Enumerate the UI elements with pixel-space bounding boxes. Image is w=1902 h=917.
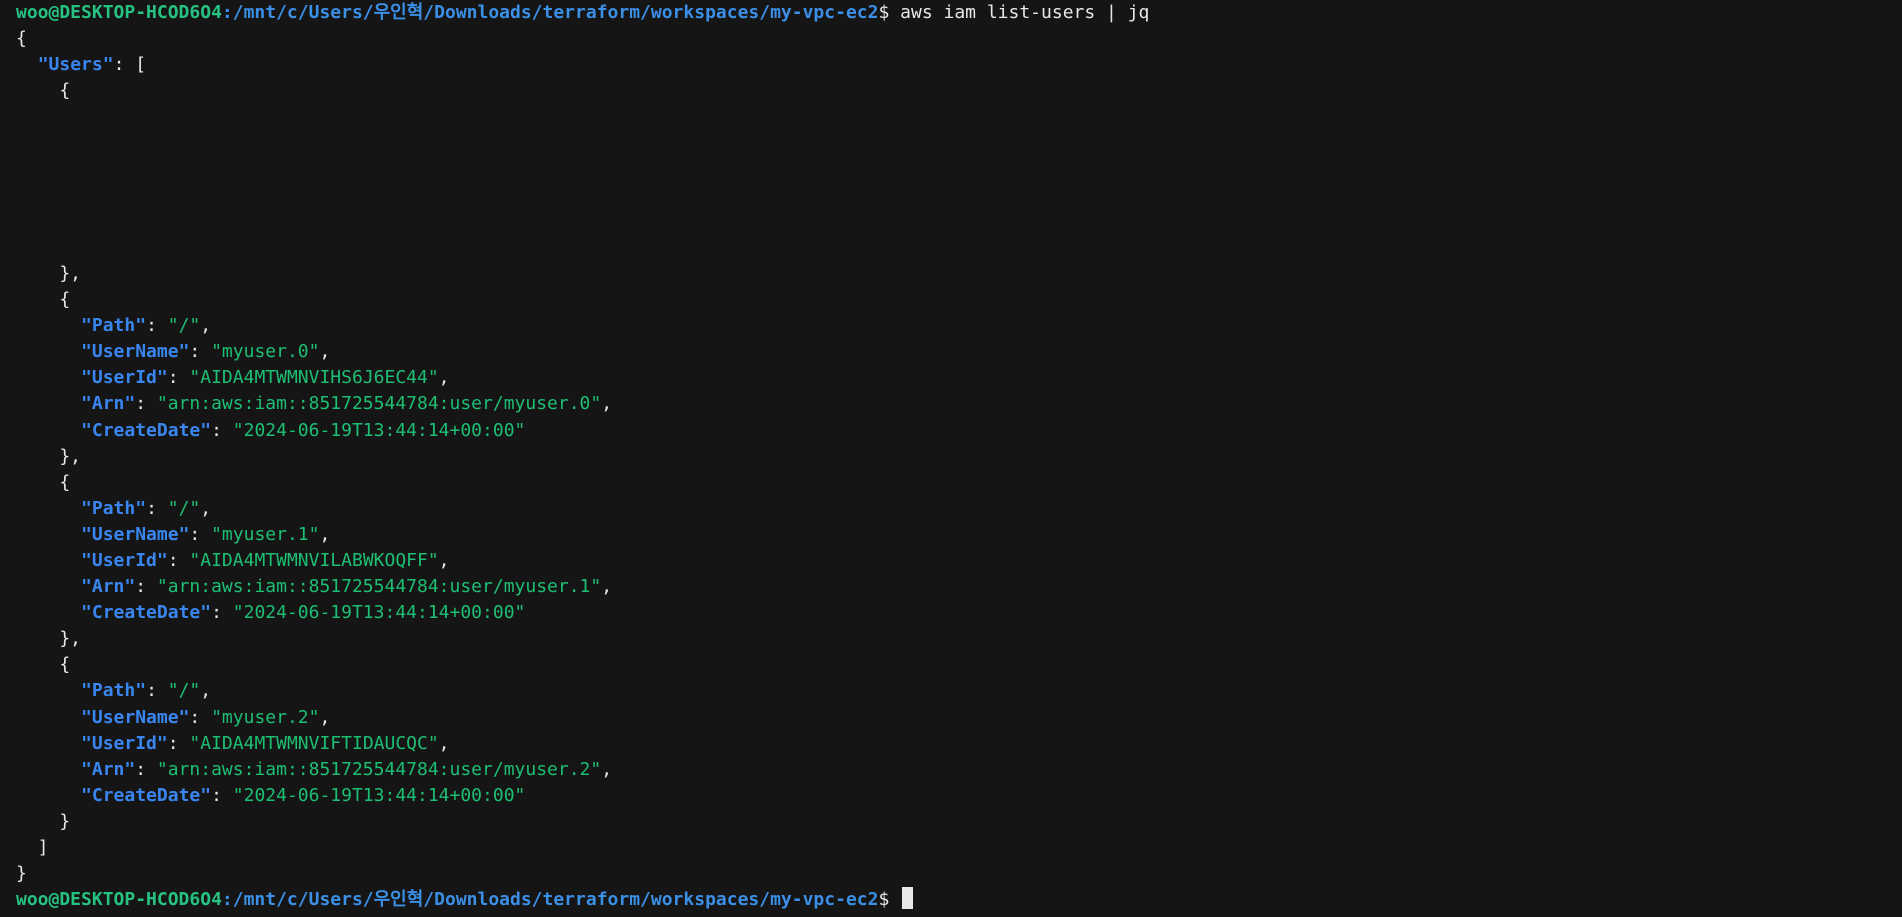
json-open-brace: { bbox=[16, 28, 27, 50]
prompt-user-host: woo@DESKTOP-HCOD6O4 bbox=[16, 889, 222, 911]
json-value: "2024-06-19T13:44:14+00:00" bbox=[232, 602, 526, 624]
json-value: "arn:aws:iam::851725544784:user/myuser.0… bbox=[156, 393, 602, 415]
json-key: "Arn" bbox=[81, 393, 136, 415]
json-key: "CreateDate" bbox=[81, 602, 212, 624]
user-field-createdate: "CreateDate": "2024-06-19T13:44:14+00:00… bbox=[81, 602, 526, 624]
json-key: "Arn" bbox=[81, 758, 136, 780]
prompt-symbol: $ bbox=[878, 2, 890, 23]
user-0-open: { bbox=[16, 80, 71, 102]
prompt-symbol: $ bbox=[878, 889, 890, 911]
user-field-username: "UserName": "myuser.2", bbox=[81, 706, 331, 728]
user-field-createdate: "CreateDate": "2024-06-19T13:44:14+00:00… bbox=[81, 784, 526, 806]
prompt-path: :/mnt/c/Users/우인혁/Downloads/terraform/wo… bbox=[221, 889, 879, 911]
json-key: "UserName" bbox=[81, 341, 190, 363]
user-field-path: "Path": "/", bbox=[81, 497, 212, 519]
users-list: { "Path": "/", "UserName": "myuser.0", "… bbox=[16, 287, 1902, 835]
json-key: "CreateDate" bbox=[81, 419, 212, 441]
json-key: "CreateDate" bbox=[81, 784, 212, 806]
json-value: "myuser.2" bbox=[211, 706, 320, 728]
prompt-line-current[interactable]: woo@DESKTOP-HCOD6O4:/mnt/c/Users/우인혁/Dow… bbox=[16, 887, 1902, 913]
prompt-user-host: woo@DESKTOP-HCOD6O4 bbox=[16, 2, 222, 23]
json-key: "UserId" bbox=[81, 367, 168, 389]
json-array-close: ] bbox=[16, 837, 49, 858]
user-field-arn: "Arn": "arn:aws:iam::851725544784:user/m… bbox=[81, 758, 613, 780]
json-value: "AIDA4MTWMNVILABWKOQFF" bbox=[189, 549, 439, 571]
json-value: "myuser.1" bbox=[211, 523, 320, 545]
redacted-area bbox=[16, 104, 1902, 130]
user-field-username: "UserName": "myuser.0", bbox=[81, 341, 331, 363]
json-key: "Arn" bbox=[81, 576, 136, 598]
user-object-open: { bbox=[16, 289, 71, 311]
json-key: "UserId" bbox=[81, 732, 168, 754]
json-key: "Path" bbox=[81, 680, 147, 702]
prompt-path: :/mnt/c/Users/우인혁/Downloads/terraform/wo… bbox=[221, 2, 879, 23]
terminal-window[interactable]: woo@DESKTOP-HCOD6O4:/mnt/c/Users/우인혁/Dow… bbox=[0, 0, 1902, 917]
user-object-open: { bbox=[16, 654, 71, 676]
json-key: "Path" bbox=[81, 497, 147, 519]
user-object-close: }, bbox=[16, 445, 82, 467]
json-close-brace: } bbox=[16, 863, 27, 885]
json-key: "Path" bbox=[81, 315, 147, 337]
json-value: "2024-06-19T13:44:14+00:00" bbox=[232, 419, 526, 441]
users-key: Users bbox=[48, 54, 103, 76]
user-field-arn: "Arn": "arn:aws:iam::851725544784:user/m… bbox=[81, 393, 613, 415]
json-key: "UserName" bbox=[81, 523, 190, 545]
json-value: "/" bbox=[167, 315, 201, 337]
prompt-line: woo@DESKTOP-HCOD6O4:/mnt/c/Users/우인혁/Dow… bbox=[16, 0, 1902, 26]
user-field-arn: "Arn": "arn:aws:iam::851725544784:user/m… bbox=[81, 576, 613, 598]
json-users-key-line: "Users": [ bbox=[37, 54, 147, 76]
command-text: aws iam list-users | jq bbox=[900, 2, 1150, 23]
user-object-open: { bbox=[16, 471, 71, 493]
user-field-userid: "UserId": "AIDA4MTWMNVIHS6J6EC44", bbox=[81, 367, 450, 389]
json-value: "2024-06-19T13:44:14+00:00" bbox=[232, 784, 526, 806]
user-field-path: "Path": "/", bbox=[81, 315, 212, 337]
user-field-createdate: "CreateDate": "2024-06-19T13:44:14+00:00… bbox=[81, 419, 526, 441]
user-field-userid: "UserId": "AIDA4MTWMNVILABWKOQFF", bbox=[81, 549, 450, 571]
json-value: "AIDA4MTWMNVIFTIDAUCQC" bbox=[189, 732, 439, 754]
user-field-path: "Path": "/", bbox=[81, 680, 212, 702]
user-object-close: }, bbox=[16, 628, 82, 650]
user-0-close: }, bbox=[16, 262, 82, 284]
json-value: "/" bbox=[167, 497, 201, 519]
json-value: "arn:aws:iam::851725544784:user/myuser.1… bbox=[156, 576, 602, 598]
json-key: "UserName" bbox=[81, 706, 190, 728]
json-key: "UserId" bbox=[81, 549, 168, 571]
json-value: "AIDA4MTWMNVIHS6J6EC44" bbox=[189, 367, 439, 389]
json-value: "myuser.0" bbox=[211, 341, 320, 363]
user-field-username: "UserName": "myuser.1", bbox=[81, 523, 331, 545]
text-cursor bbox=[902, 887, 914, 910]
user-object-close: } bbox=[16, 810, 71, 832]
json-value: "arn:aws:iam::851725544784:user/myuser.2… bbox=[156, 758, 602, 780]
json-value: "/" bbox=[167, 680, 201, 702]
user-field-userid: "UserId": "AIDA4MTWMNVIFTIDAUCQC", bbox=[81, 732, 450, 754]
